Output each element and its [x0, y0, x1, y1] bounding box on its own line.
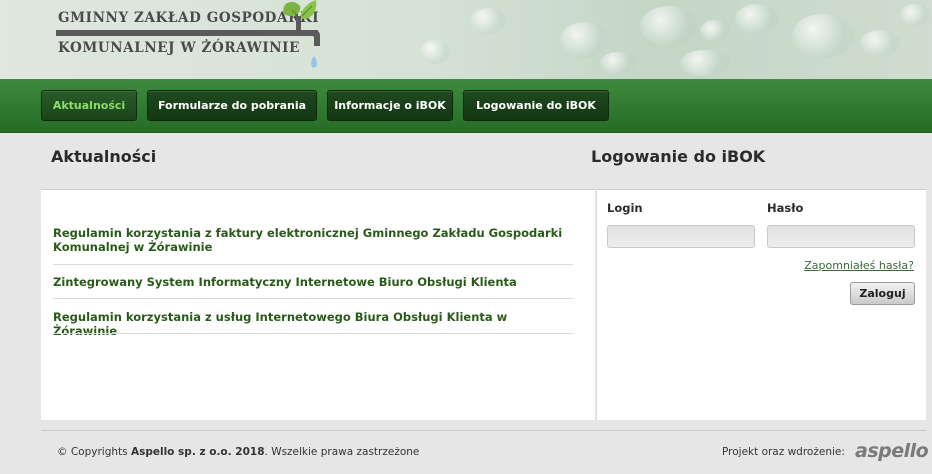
password-label: Hasło — [767, 201, 804, 215]
news-item-faktura[interactable]: Regulamin korzystania z faktury elektron… — [53, 226, 573, 254]
login-panel: Login Hasło Zapomniałeś hasła? Zaloguj — [596, 189, 926, 420]
nav-informacje-ibok[interactable]: Informacje o iBOK — [327, 90, 453, 121]
water-drop-decoration — [560, 22, 608, 58]
tap-with-leaves-icon — [276, 0, 320, 68]
news-panel: Regulamin korzystania z faktury elektron… — [41, 189, 595, 420]
aspello-logo-text: aspello — [855, 440, 929, 462]
water-drop-decoration — [900, 4, 930, 26]
nav-aktualnosci[interactable]: Aktualności — [41, 90, 137, 121]
water-drop-decoration — [700, 20, 730, 42]
site-header: GMINNY ZAKŁAD GOSPODARKI KOMUNALNEJ W ŻÓ… — [0, 0, 932, 79]
water-drop-decoration — [600, 52, 636, 74]
water-drop-decoration — [420, 40, 450, 64]
copyright-suffix: . Wszelkie prawa zastrzeżone — [264, 446, 420, 458]
water-drop-decoration — [680, 50, 730, 76]
footer-divider — [41, 430, 926, 431]
news-item-system[interactable]: Zintegrowany System Informatyczny Intern… — [53, 275, 573, 289]
water-drop-decoration — [860, 30, 900, 56]
water-drop-decoration — [640, 6, 698, 46]
forgot-password-link[interactable]: Zapomniałeś hasła? — [804, 259, 914, 272]
login-submit-button[interactable]: Zaloguj — [850, 282, 915, 305]
logo-title-line2: KOMUNALNEJ W ŻÓRAWINIE — [58, 40, 300, 56]
footer-copyright: © Copyrights Aspello sp. z o.o. 2018. Ws… — [57, 446, 419, 458]
nav-formularze[interactable]: Formularze do pobrania — [147, 90, 317, 121]
water-drop-decoration — [792, 14, 854, 58]
water-drop-decoration — [470, 8, 506, 34]
water-drop-decoration — [735, 4, 779, 34]
login-section-title: Logowanie do iBOK — [591, 147, 766, 166]
nav-logowanie-ibok[interactable]: Logowanie do iBOK — [463, 90, 609, 121]
news-section-title: Aktualności — [51, 147, 157, 166]
aspello-logo[interactable]: aspello — [855, 440, 929, 462]
copyright-company: Aspello sp. z o.o. 2018 — [130, 446, 265, 458]
copyright-prefix: © Copyrights — [57, 446, 128, 458]
password-input[interactable] — [767, 225, 915, 248]
login-label: Login — [607, 201, 643, 215]
news-divider — [53, 333, 573, 334]
main-navigation: Aktualności Formularze do pobrania Infor… — [0, 79, 932, 133]
news-divider — [53, 298, 573, 299]
news-divider — [53, 264, 573, 265]
footer-project-label: Projekt oraz wdrożenie: — [722, 446, 845, 458]
login-input[interactable] — [607, 225, 755, 248]
